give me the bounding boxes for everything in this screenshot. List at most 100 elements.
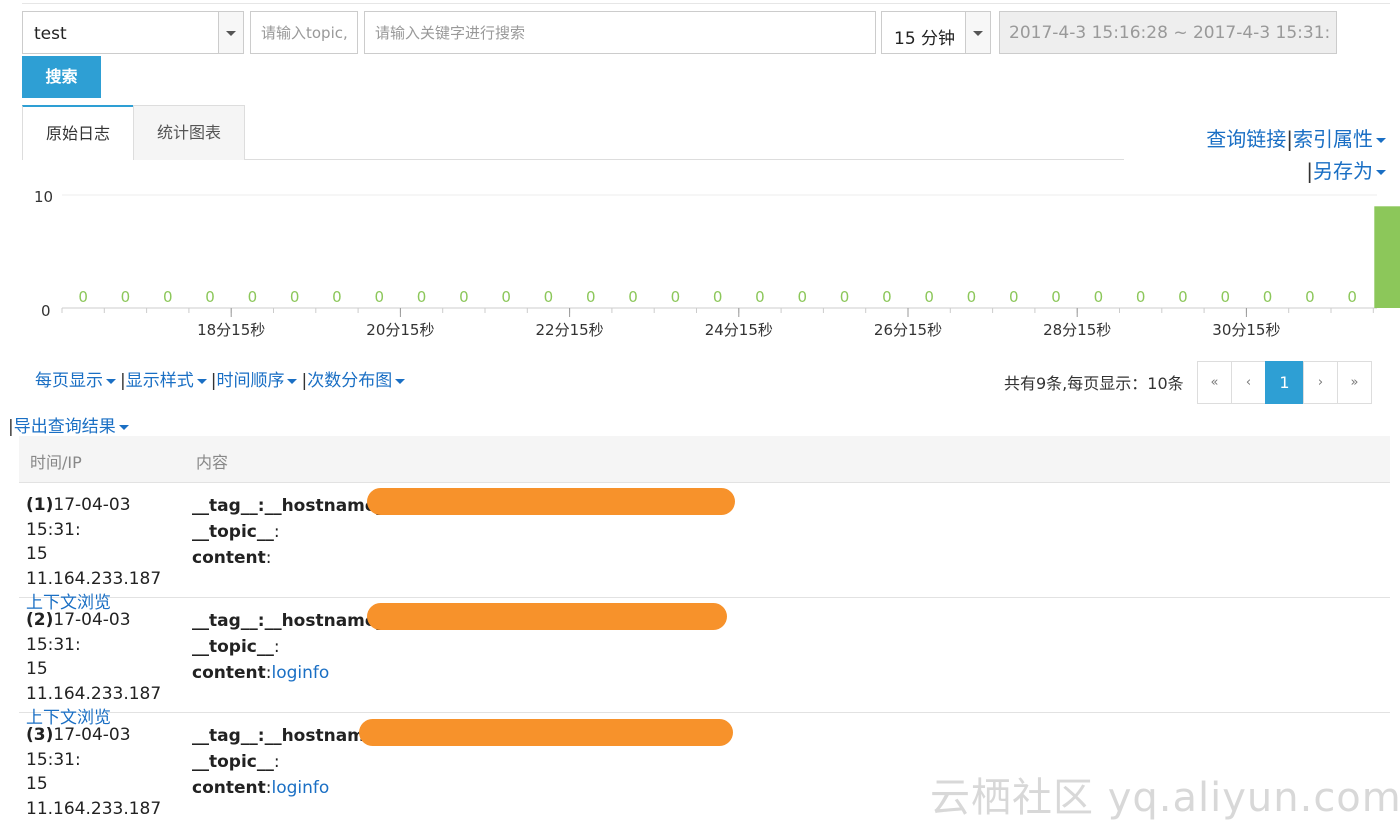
x-tick-label: 18分15秒	[197, 321, 265, 339]
x-tick-label: 20分15秒	[366, 321, 434, 339]
row-index: (1)	[26, 495, 54, 515]
bar-data-label: 0	[755, 288, 765, 306]
chevron-down-icon	[196, 378, 207, 384]
topic-key: __topic__	[192, 522, 274, 542]
bar-data-label: 0	[882, 288, 892, 306]
bar-data-label: 0	[713, 288, 723, 306]
row-ip: 11.164.233.187	[26, 798, 162, 819]
bar-data-label: 0	[1305, 288, 1315, 306]
y-tick-label: 0	[41, 302, 51, 320]
log-histogram-chart: 10 0 0 0 0 0 0 0 0 0 0 0 0 0 0 0 0 0 0 0 0 0 0 0 0 0 0 0 0 0 0 0 0 18分…	[34, 188, 1400, 339]
pagination: « ‹ 1 › »	[1197, 361, 1372, 404]
query-link[interactable]: 查询链接	[1206, 127, 1286, 151]
y-tick-label: 10	[34, 188, 53, 206]
row-time-ip: (3)17-04-03 15:31: 15 11.164.233.187 上下文…	[26, 723, 186, 820]
topic-key: __topic__	[192, 752, 274, 772]
bar-data-label: 0	[78, 288, 88, 306]
index-properties-link[interactable]: 索引属性	[1293, 127, 1373, 151]
time-span-value: 2017-4-3 15:16:28 ~ 2017-4-3 15:31:	[1009, 23, 1331, 43]
bar-data-label: 0	[459, 288, 469, 306]
time-range-select[interactable]: 15 分钟	[881, 11, 991, 54]
table-header: 时间/IP 内容	[19, 436, 1390, 483]
x-tick-label: 30分15秒	[1212, 321, 1280, 339]
link-separator: |	[1286, 127, 1293, 151]
table-row: (2)17-04-03 15:31: 15 11.164.233.187 上下文…	[19, 598, 1390, 728]
bar-data-label: 0	[924, 288, 934, 306]
prev-page-button[interactable]: ‹	[1231, 361, 1266, 404]
time-range-dropdown-button[interactable]	[965, 12, 990, 53]
topic-input[interactable]	[251, 12, 357, 53]
chevron-down-icon	[1376, 170, 1386, 175]
table-row: (1)17-04-03 15:31: 15 11.164.233.187 上下文…	[19, 483, 1390, 613]
row-time-seconds: 15	[26, 544, 48, 564]
row-index: (2)	[26, 610, 54, 630]
keyword-field[interactable]	[364, 11, 876, 54]
last-page-button[interactable]: »	[1337, 361, 1372, 404]
chevron-down-icon	[106, 378, 116, 384]
chevron-down-icon	[1376, 138, 1386, 143]
display-options: 每页显示 |显示样式 |时间顺序 |次数分布图	[35, 366, 409, 391]
tab-raw-logs[interactable]: 原始日志	[22, 105, 134, 160]
bar-data-label: 0	[671, 288, 681, 306]
bar-data-label: 0	[1263, 288, 1273, 306]
current-page-button[interactable]: 1	[1265, 361, 1304, 404]
content-value[interactable]: loginfo	[271, 663, 329, 683]
bar-data-label: 0	[1136, 288, 1146, 306]
bar-data-label: 0	[544, 288, 554, 306]
logstore-value: test	[34, 24, 67, 44]
top-right-links: 查询链接|索引属性	[1206, 123, 1386, 152]
topic-key: __topic__	[192, 637, 274, 657]
chevron-down-icon	[395, 378, 406, 384]
bar-data-label: 0	[121, 288, 131, 306]
x-tick-label: 28分15秒	[1043, 321, 1111, 339]
content-key: content	[192, 778, 266, 798]
keyword-search-input[interactable]	[365, 12, 875, 53]
bar-data-label: 0	[840, 288, 850, 306]
next-page-button[interactable]: ›	[1303, 361, 1338, 404]
bars-layer	[1374, 206, 1400, 308]
bar-data-label: 0	[205, 288, 215, 306]
time-order-dropdown[interactable]: 时间顺序	[216, 371, 284, 391]
bar-data-label: 0	[417, 288, 427, 306]
logstore-select[interactable]: test	[22, 11, 244, 54]
export-wrapper: |导出查询结果	[8, 412, 129, 437]
x-ticks-layer: 18分15秒 20分15秒 22分15秒 24分15秒 26分15秒 28分15秒 30分1…	[61, 308, 1374, 339]
export-results-dropdown[interactable]: 导出查询结果	[14, 417, 116, 437]
bar-data-label: 0	[1051, 288, 1061, 306]
watermark: 云栖社区 yq.aliyun.com	[930, 775, 1400, 820]
time-range-value: 15 分钟	[894, 29, 956, 49]
content-value[interactable]: loginfo	[271, 778, 329, 798]
row-time-seconds: 15	[26, 659, 48, 679]
chevron-down-icon	[118, 424, 129, 430]
topic-field[interactable]	[250, 11, 358, 54]
row-ip: 11.164.233.187	[26, 568, 162, 589]
chevron-down-icon	[973, 31, 983, 36]
tab-statistics-chart[interactable]: 统计图表	[133, 105, 245, 160]
x-tick-label: 22分15秒	[536, 321, 604, 339]
row-content: __tag__:__hostname__ __topic__: content:…	[192, 611, 394, 683]
header-time-ip: 时间/IP	[30, 453, 82, 472]
first-page-button[interactable]: «	[1197, 361, 1232, 404]
time-span-field[interactable]: 2017-4-3 15:16:28 ~ 2017-4-3 15:31:	[999, 11, 1337, 54]
bar-data-label: 0	[501, 288, 511, 306]
bar-data-label: 0	[374, 288, 384, 306]
display-style-dropdown[interactable]: 显示样式	[126, 371, 194, 391]
per-page-dropdown[interactable]: 每页显示	[35, 371, 103, 391]
histogram-bar[interactable]	[1374, 206, 1400, 308]
row-ip: 11.164.233.187	[26, 683, 162, 704]
search-button[interactable]: 搜索	[22, 56, 101, 98]
tag-key: __tag__:__hostname__	[192, 611, 394, 631]
chevron-down-icon	[226, 31, 236, 36]
logstore-dropdown-button[interactable]	[218, 12, 243, 53]
bar-data-label: 0	[1347, 288, 1357, 306]
bar-data-label: 0	[1220, 288, 1230, 306]
chevron-down-icon	[287, 378, 298, 384]
bar-data-label: 0	[1178, 288, 1188, 306]
x-tick-label: 26分15秒	[874, 321, 942, 339]
bar-data-label: 0	[628, 288, 638, 306]
redaction-mark	[367, 488, 735, 515]
row-index: (3)	[26, 725, 54, 745]
row-content: __tag__:__hostname__ __topic__: content:	[192, 496, 394, 568]
tag-key: __tag__:__hostname__	[192, 496, 394, 516]
count-distribution-dropdown[interactable]: 次数分布图	[307, 371, 392, 391]
